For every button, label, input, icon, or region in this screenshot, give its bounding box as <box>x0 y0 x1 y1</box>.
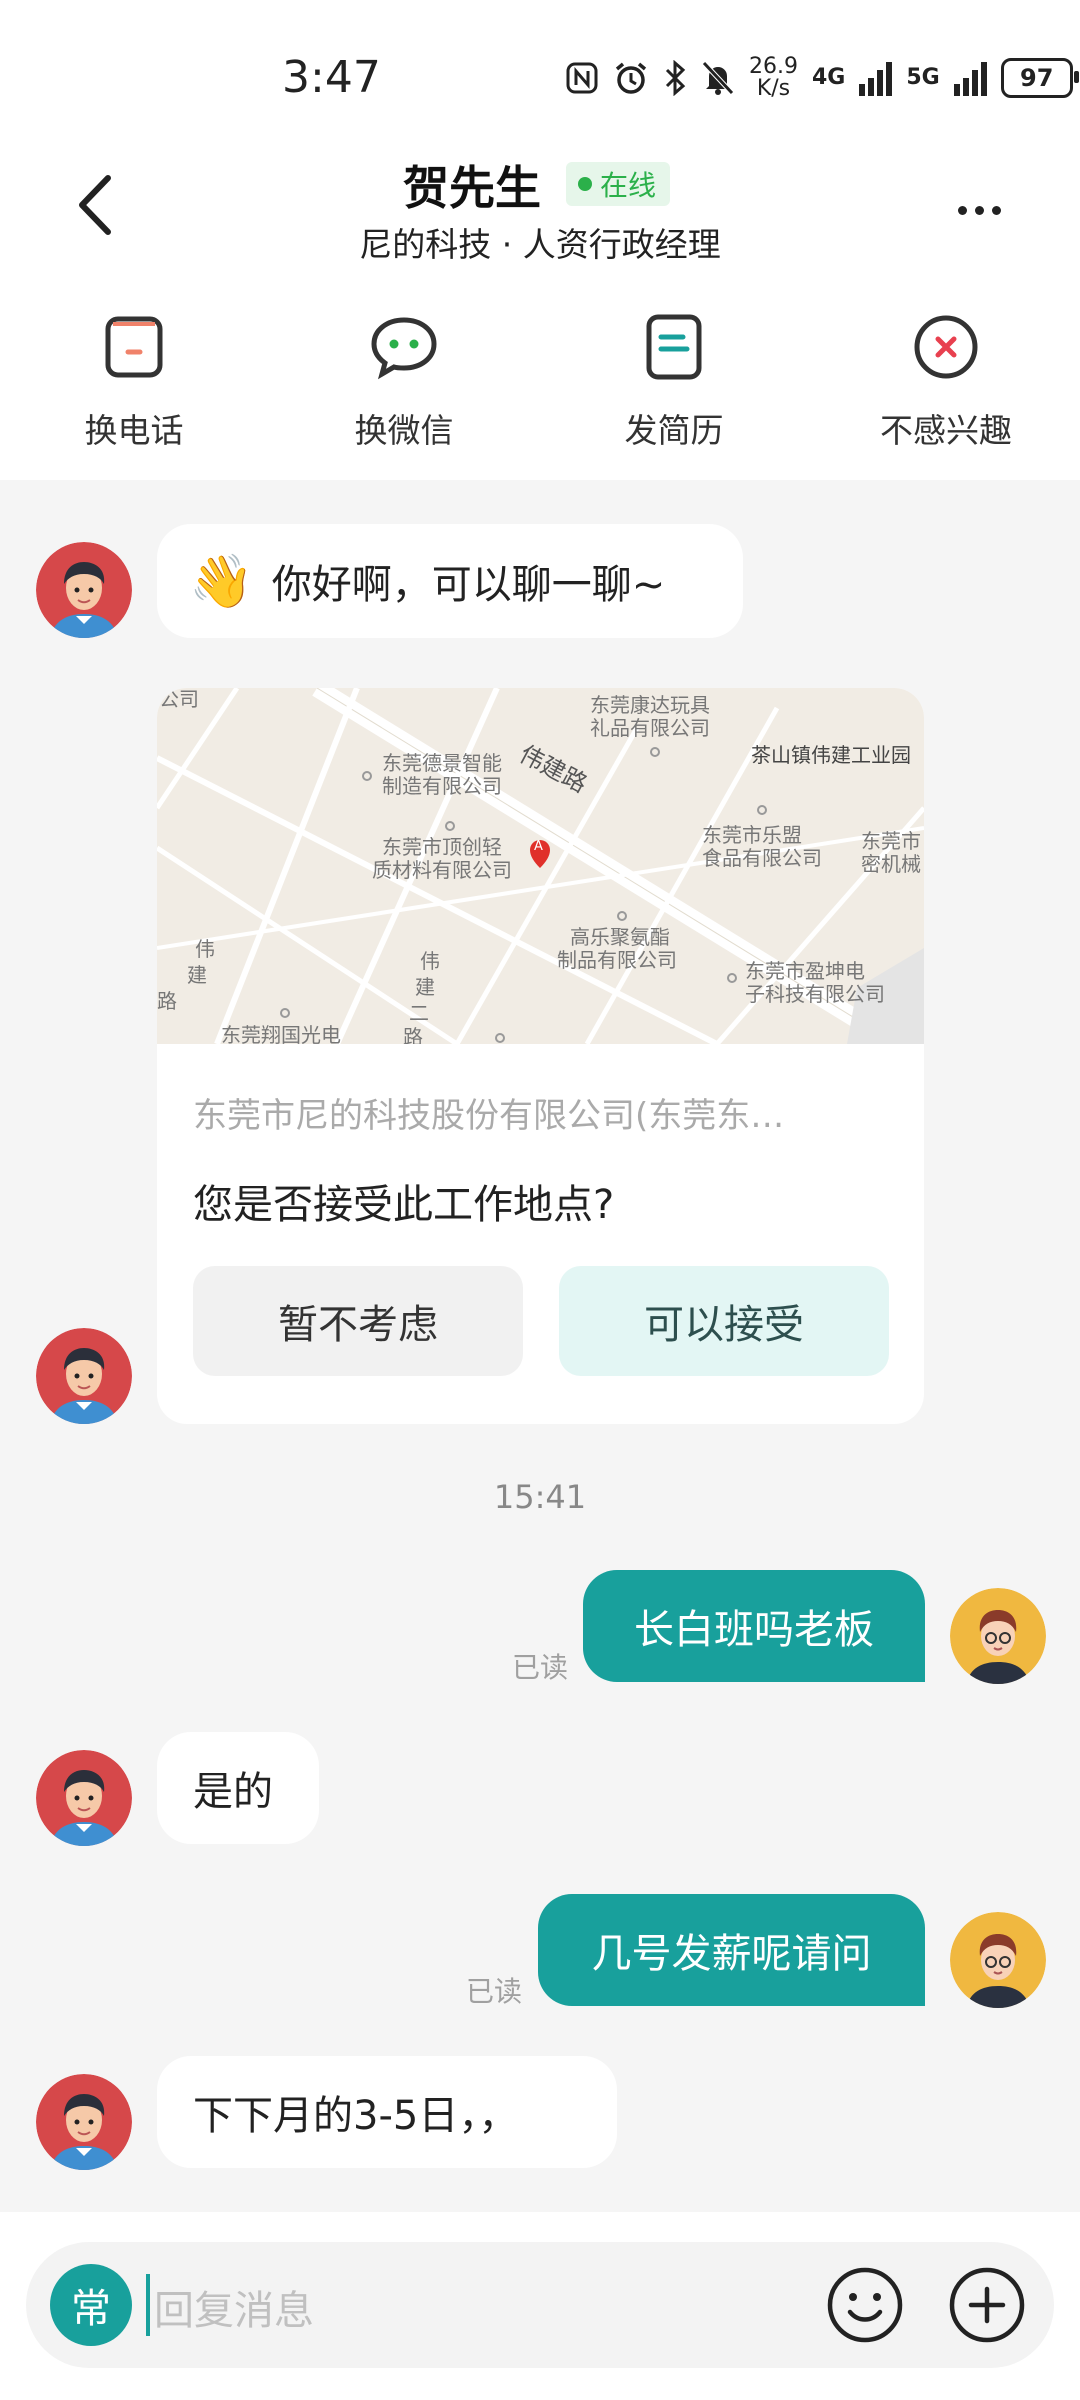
net-speed-value: 26.9 <box>749 54 798 79</box>
recruiter-avatar[interactable] <box>36 1750 132 1846</box>
status-bar: 3:47 26.9 K/s 4G 5G 97 <box>0 0 1080 150</box>
input-bar: 常 回复消息 <box>0 2212 1080 2400</box>
message-bubble-out: 长白班吗老板 <box>583 1570 925 1682</box>
map-label: 建 <box>187 963 207 987</box>
decline-location-button[interactable]: 暂不考虑 <box>193 1266 523 1376</box>
accept-location-button[interactable]: 可以接受 <box>559 1266 889 1376</box>
map-label: 东莞康达玩具 <box>590 693 710 717</box>
map-label: 伟 <box>420 949 440 973</box>
map-label: 高乐聚氨酯 <box>570 925 670 949</box>
plus-icon[interactable] <box>948 2266 1026 2344</box>
location-address: 东莞市尼的科技股份有限公司(东莞东… <box>193 1096 785 1136</box>
resume-icon <box>646 314 702 380</box>
contact-name: 贺先生 <box>403 161 541 215</box>
location-card: 公司 东莞康达玩具 礼品有限公司 茶山镇伟建工业园 东莞德景智能 制造有限公司 … <box>157 688 924 1424</box>
map-label: 二 <box>409 1001 429 1025</box>
signal-icon-2 <box>953 60 987 96</box>
map-label: 公司 <box>159 688 199 711</box>
map-label: 伟 <box>195 937 215 961</box>
message-bubble-out: 几号发薪呢请问 <box>538 1894 925 2006</box>
recruiter-avatar[interactable] <box>36 1328 132 1424</box>
action-label: 发简历 <box>624 411 724 450</box>
input-placeholder: 回复消息 <box>154 2288 314 2334</box>
signal-icon-1 <box>859 60 893 96</box>
net-speed: 26.9 K/s <box>749 56 798 100</box>
message-bubble-in: 下下月的3-5日，， <box>157 2056 617 2168</box>
contact-company: 尼的科技 · 人资行政经理 <box>359 225 721 264</box>
map-label: 建 <box>415 975 435 999</box>
online-dot-icon <box>578 177 592 191</box>
net-speed-unit: K/s <box>756 76 791 101</box>
message-text: 你好啊，可以聊一聊~ <box>271 562 666 608</box>
net-type-1: 4G <box>811 65 846 90</box>
map-label: 东莞市顶创轻 <box>382 835 502 859</box>
map-label: 礼品有限公司 <box>590 716 710 740</box>
map-label: 制造有限公司 <box>382 774 502 798</box>
message-timestamp: 15:41 <box>493 1478 587 1516</box>
phone-icon <box>105 316 163 378</box>
user-avatar[interactable] <box>950 1588 1046 1684</box>
alarm-icon <box>615 62 647 94</box>
recruiter-avatar[interactable] <box>36 2074 132 2170</box>
location-question: 您是否接受此工作地点? <box>193 1182 615 1228</box>
bluetooth-icon <box>665 60 686 96</box>
emoji-icon[interactable] <box>826 2266 904 2344</box>
wave-hand-icon: 👋 <box>189 551 254 612</box>
map-label: 东莞德景智能 <box>382 751 502 775</box>
map-label: 路 <box>157 989 177 1013</box>
wechat-icon <box>371 317 437 380</box>
recruiter-avatar[interactable] <box>36 542 132 638</box>
user-avatar[interactable] <box>950 1912 1046 2008</box>
map-pin-label: A <box>534 839 543 854</box>
action-label: 换微信 <box>354 411 454 450</box>
text-cursor <box>146 2274 150 2336</box>
quick-actions: 换电话 换微信 发简历 不感兴趣 <box>0 312 1080 462</box>
read-status: 已读 <box>466 1975 523 2008</box>
action-not-interested[interactable]: 不感兴趣 <box>856 312 1036 452</box>
message-bubble-in: 👋 你好啊，可以聊一聊~ <box>157 524 743 638</box>
action-change-wechat[interactable]: 换微信 <box>314 312 494 452</box>
message-input[interactable]: 常 回复消息 <box>26 2242 1054 2368</box>
map-label: 东莞市乐盟 <box>702 823 802 847</box>
online-label: 在线 <box>600 169 657 202</box>
nfc-icon <box>566 62 598 94</box>
map-label: 制品有限公司 <box>557 948 677 972</box>
common-phrases-button[interactable]: 常 <box>50 2264 132 2346</box>
status-time: 3:47 <box>282 52 381 103</box>
map-label: 子科技有限公司 <box>745 982 885 1006</box>
map-label: 路 <box>403 1025 423 1045</box>
more-options-icon[interactable] <box>958 190 1018 230</box>
mute-bell-icon <box>702 61 734 95</box>
map-label: 茶山镇伟建工业园 <box>751 743 911 767</box>
message-bubble-in: 是的 <box>157 1732 319 1844</box>
online-badge: 在线 <box>566 162 671 206</box>
action-send-resume[interactable]: 发简历 <box>584 312 764 452</box>
net-type-2: 5G <box>906 65 940 90</box>
action-label: 不感兴趣 <box>880 411 1012 450</box>
map-label: 密机械 <box>861 852 921 876</box>
map-label: 东莞市盈坤电 <box>745 959 865 983</box>
battery-icon: 97 <box>1000 58 1079 98</box>
not-interested-icon <box>914 315 978 379</box>
map-label: 质材料有限公司 <box>372 858 512 882</box>
action-label: 换电话 <box>84 411 184 450</box>
action-change-phone[interactable]: 换电话 <box>44 312 224 452</box>
read-status: 已读 <box>512 1651 569 1684</box>
map-label: 东莞市 <box>861 829 921 853</box>
map-label: 东莞翔国光电 <box>221 1023 341 1045</box>
map-preview[interactable]: 公司 东莞康达玩具 礼品有限公司 茶山镇伟建工业园 东莞德景智能 制造有限公司 … <box>157 688 924 1044</box>
status-icons: 26.9 K/s 4G 5G 97 <box>565 56 1079 100</box>
map-label: 食品有限公司 <box>702 846 822 870</box>
